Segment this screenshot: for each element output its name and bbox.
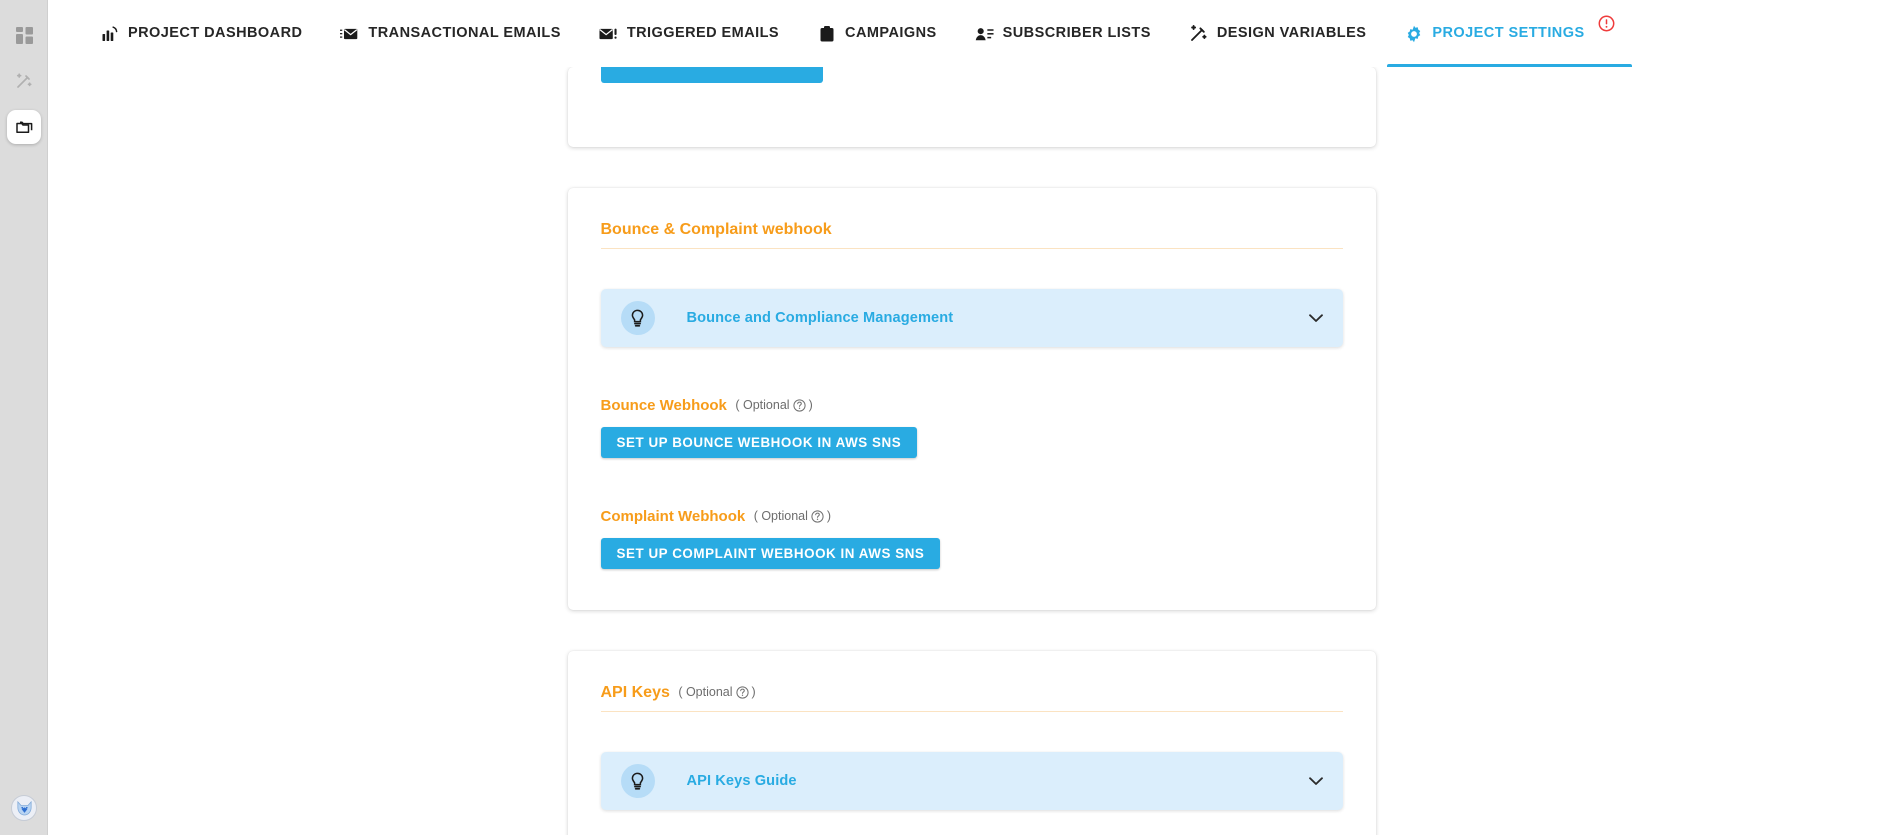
tab-design-variables[interactable]: DESIGN VARIABLES [1170,0,1386,67]
sidebar-item-dashboard[interactable] [7,18,41,52]
tab-triggered-emails[interactable]: TRIGGERED EMAILS [580,0,798,67]
folders-icon [15,118,34,137]
optional-suffix: ) [808,398,813,413]
bounce-card-header: Bounce & Complaint webhook [600,188,1343,250]
campaign-clipboard-icon [817,24,836,43]
page-section-title: API Keys [600,684,670,702]
sidebar-item-projects[interactable] [7,110,41,144]
field-label: Complaint Webhook [600,508,746,526]
transactional-mail-icon [340,24,359,43]
left-rail [0,0,48,835]
optional-prefix: ( Optional [678,685,733,700]
lightbulb-icon [620,301,655,336]
magic-wand-icon [15,72,33,90]
alert-circle-icon[interactable] [1598,15,1615,32]
grid-icon [15,26,33,44]
help-circle-icon[interactable] [735,686,749,699]
tab-project-dashboard[interactable]: PROJECT DASHBOARD [81,0,321,67]
api-keys-card-header: API Keys ( Optional ) [600,651,1343,713]
accordion-label: API Keys Guide [686,773,797,790]
tab-campaigns[interactable]: CAMPAIGNS [798,0,956,67]
optional-suffix: ) [826,509,832,524]
page-section-title: Bounce & Complaint webhook [600,221,832,238]
optional-suffix: ) [751,685,756,700]
tab-label: PROJECT SETTINGS [1432,25,1585,42]
chevron-down-icon[interactable] [1308,313,1323,323]
top-navigation-items: PROJECT DASHBOARD TRANSACTIONAL EMAILS T… [48,0,1634,67]
optional-annotation: ( Optional ) [754,509,831,523]
tab-subscriber-lists[interactable]: SUBSCRIBER LISTS [956,0,1170,67]
fox-avatar-icon[interactable] [11,795,37,821]
divider [600,248,1343,250]
left-rail-icons [0,18,48,144]
field-complaint-webhook: Complaint Webhook ( Optional ) SET UP CO… [600,508,1343,570]
card-spacer [48,610,1895,651]
field-bounce-webhook: Bounce Webhook ( Optional ) SET UP BOUNC… [600,397,1343,459]
optional-annotation: ( Optional ) [678,685,755,699]
bounce-webhook-label-row: Bounce Webhook ( Optional ) [601,397,1343,415]
chevron-down-icon[interactable] [1308,777,1323,786]
card-api-keys: API Keys ( Optional ) API Keys Guide [567,651,1376,835]
set-up-complaint-webhook-button[interactable]: SET UP COMPLAINT WEBHOOK IN AWS SNS [600,538,941,570]
complaint-webhook-label-row: Complaint Webhook ( Optional ) [601,508,1343,526]
optional-annotation: ( Optional ) [735,398,812,412]
help-circle-icon[interactable] [792,399,806,412]
sidebar-item-design[interactable] [7,64,41,98]
tab-project-settings[interactable]: PROJECT SETTINGS [1385,0,1633,67]
top-navigation: PROJECT DASHBOARD TRANSACTIONAL EMAILS T… [48,0,1895,67]
tab-label: SUBSCRIBER LISTS [1002,25,1151,42]
triggered-mail-icon [599,24,618,43]
divider [600,711,1343,713]
field-label: Bounce Webhook [600,397,727,415]
tab-label: TRANSACTIONAL EMAILS [368,25,561,42]
tab-label: TRIGGERED EMAILS [626,25,780,42]
magic-wand-icon [1189,24,1208,43]
dashboard-chart-icon [100,24,119,43]
set-up-bounce-webhook-button[interactable]: SET UP BOUNCE WEBHOOK IN AWS SNS [600,427,918,459]
settings-content[interactable]: Bounce & Complaint webhook Bounce and Co… [48,67,1895,835]
gear-icon [1404,24,1423,43]
optional-prefix: ( Optional [735,398,790,413]
app-root: PROJECT DASHBOARD TRANSACTIONAL EMAILS T… [0,0,1895,835]
accordion-bounce-compliance-management[interactable]: Bounce and Compliance Management [600,289,1343,348]
tab-label: DESIGN VARIABLES [1216,25,1367,42]
lightbulb-icon [620,764,655,799]
tab-label: PROJECT DASHBOARD [128,25,303,42]
optional-prefix: ( Optional [753,509,808,524]
left-rail-footer [0,795,48,821]
card-partial-above [567,67,1376,147]
subscriber-list-icon [975,24,994,43]
tab-transactional-emails[interactable]: TRANSACTIONAL EMAILS [321,0,579,67]
tab-label: CAMPAIGNS [845,25,937,42]
card-bounce-complaint-webhook: Bounce & Complaint webhook Bounce and Co… [567,188,1376,611]
card-bottom-padding [601,569,1343,610]
help-circle-icon[interactable] [811,510,824,523]
accordion-api-keys-guide[interactable]: API Keys Guide [600,752,1343,811]
partial-primary-button[interactable] [600,67,823,83]
accordion-label: Bounce and Compliance Management [686,310,954,327]
card-bottom-padding [601,810,1343,835]
